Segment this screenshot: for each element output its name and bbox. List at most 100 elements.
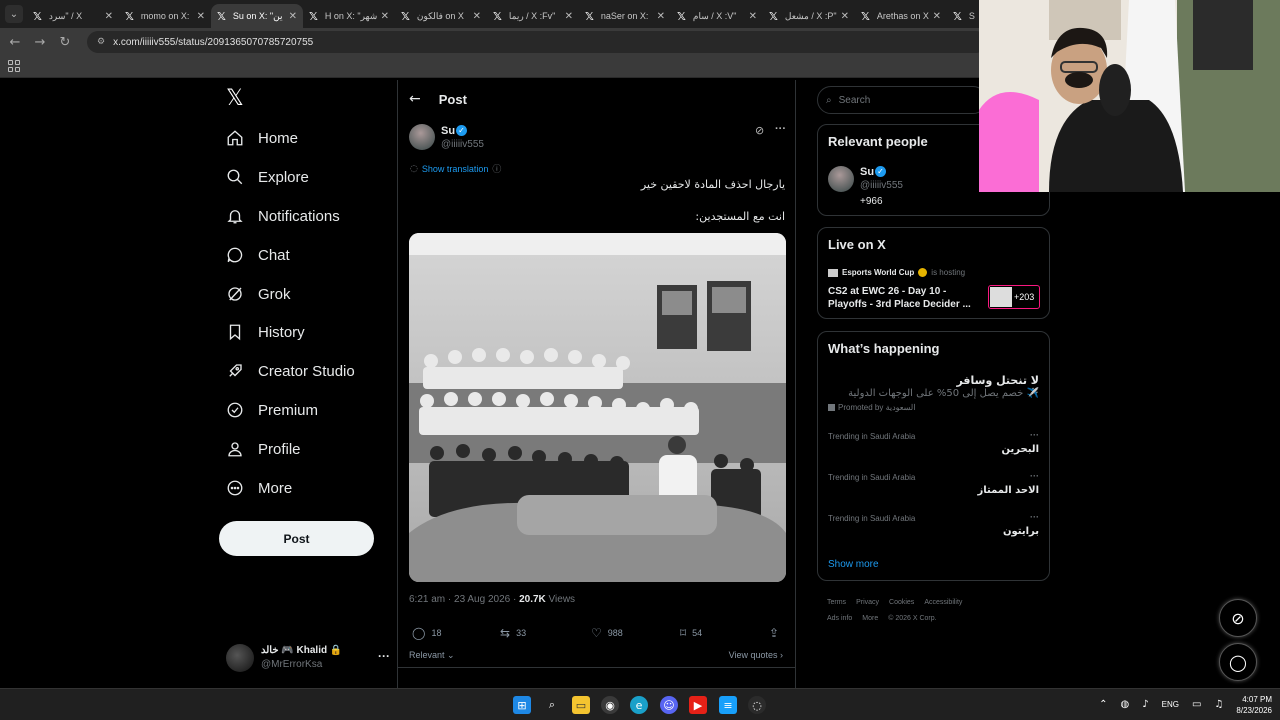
close-tab-icon[interactable]: ✕: [473, 11, 481, 22]
rocket-icon: [229, 364, 242, 377]
browser-tab[interactable]: 𝕏 مشعل / X :P" ✕: [763, 4, 855, 28]
nav-profile[interactable]: Profile: [226, 431, 301, 467]
display-icon[interactable]: ▭: [1192, 699, 1201, 710]
relevant-person-name[interactable]: Su: [860, 166, 874, 178]
author-handle[interactable]: @iiiiiv555: [441, 139, 484, 150]
nav-premium[interactable]: Premium: [226, 392, 318, 428]
reload-icon[interactable]: ↻: [55, 32, 75, 52]
forward-icon[interactable]: →: [30, 32, 50, 52]
file-explorer-icon[interactable]: ▭: [572, 696, 590, 714]
nav-explore[interactable]: Explore: [226, 159, 309, 195]
avatar[interactable]: [828, 166, 854, 192]
browser-tab[interactable]: 𝕏naSer on X: ✕: [579, 4, 671, 28]
more-dots-icon[interactable]: ···: [1030, 430, 1039, 440]
like-button[interactable]: ♡ 988: [591, 626, 623, 640]
author-avatar[interactable]: [409, 124, 435, 150]
browser-tab[interactable]: 𝕏momo on X: ✕: [119, 4, 211, 28]
search-icon[interactable]: ⌕: [543, 696, 561, 714]
discord-icon[interactable]: ☺: [660, 696, 678, 714]
chat-fab-button[interactable]: ◯: [1219, 643, 1257, 681]
trend-name[interactable]: برايتون: [1003, 526, 1039, 537]
language-indicator[interactable]: ENG: [1162, 700, 1179, 709]
browser-tab[interactable]: 𝕏 سام / X :V" ✕: [671, 4, 763, 28]
grok-fab-button[interactable]: ⊘: [1219, 599, 1257, 637]
browser-tab-active[interactable]: 𝕏 Su on X: "ين ✕: [211, 4, 303, 28]
grok-explain-icon[interactable]: ⊘: [755, 124, 764, 137]
search-input[interactable]: ⌕ Search: [817, 86, 987, 114]
address-bar[interactable]: ⚙ x.com/iiiiiv555/status/209136507078572…: [87, 31, 987, 53]
divider: [398, 667, 795, 668]
verified-badge-icon: ✓: [875, 166, 886, 177]
youtube-icon[interactable]: ▶: [689, 696, 707, 714]
more-dots-icon[interactable]: ···: [1030, 512, 1039, 522]
chat-icon: [227, 247, 243, 263]
footer-link[interactable]: Accessibility: [924, 599, 962, 606]
footer-link[interactable]: More: [862, 615, 878, 622]
browser-tab[interactable]: 𝕏 ريما / X :Fv" ✕: [487, 4, 579, 28]
promoted-title[interactable]: لا تنحتل وسافر: [956, 374, 1039, 387]
whats-happening-title: What’s happening: [828, 341, 940, 356]
nav-more[interactable]: More: [226, 470, 292, 506]
nav-home[interactable]: Home: [226, 120, 298, 156]
nav-chat[interactable]: Chat: [226, 237, 290, 273]
author-name[interactable]: Su: [441, 125, 455, 137]
translate-icon: ◌: [410, 163, 418, 174]
footer-link[interactable]: Privacy: [856, 599, 879, 606]
close-tab-icon[interactable]: ✕: [933, 11, 941, 22]
notepad-icon[interactable]: ≡: [719, 696, 737, 714]
account-switcher[interactable]: خالد 🎮 Khalid 🔒 @MrErrorKsa ···: [226, 642, 390, 676]
nav-creator-studio[interactable]: Creator Studio: [226, 353, 355, 389]
close-tab-icon[interactable]: ✕: [289, 11, 297, 22]
tray-overflow-icon[interactable]: ⌃: [1099, 699, 1107, 710]
sort-replies-dropdown[interactable]: Relevant ⌄: [409, 650, 455, 661]
browser-tab[interactable]: 𝕏 Arethas on X ✕: [855, 4, 947, 28]
footer-link[interactable]: Terms: [827, 599, 846, 606]
speaker-icon[interactable]: ♫: [1214, 699, 1223, 710]
share-button[interactable]: ⇪: [769, 626, 785, 640]
microphone-icon[interactable]: ♪: [1142, 699, 1148, 710]
browser-tab[interactable]: 𝕏H on X: "شهر ✕: [303, 4, 395, 28]
nav-grok[interactable]: Grok: [226, 276, 291, 312]
start-button-icon[interactable]: ⊞: [513, 696, 531, 714]
bookmark-button[interactable]: ⌑ 54: [680, 626, 702, 640]
apps-grid-icon[interactable]: [8, 60, 20, 72]
back-icon[interactable]: ←: [5, 32, 25, 52]
browser-tab[interactable]: 𝕏 فالكون on X ✕: [395, 4, 487, 28]
repost-button[interactable]: ⇆ 33: [500, 626, 526, 640]
view-quotes-link[interactable]: View quotes ›: [729, 650, 783, 660]
reply-button[interactable]: ◯ 18: [412, 626, 441, 640]
chrome-icon[interactable]: ◉: [601, 696, 619, 714]
browser-tab[interactable]: 𝕏 سرد" / X ✕: [27, 4, 119, 28]
close-tab-icon[interactable]: ✕: [197, 11, 205, 22]
more-dots-icon[interactable]: ···: [1030, 471, 1039, 481]
back-arrow-icon[interactable]: ←: [409, 91, 421, 107]
site-info-icon[interactable]: ⚙: [97, 37, 105, 47]
close-tab-icon[interactable]: ✕: [565, 11, 573, 22]
close-tab-icon[interactable]: ✕: [657, 11, 665, 22]
edge-icon[interactable]: e: [630, 696, 648, 714]
nav-history[interactable]: History: [226, 314, 305, 350]
close-tab-icon[interactable]: ✕: [381, 11, 389, 22]
nav-notifications[interactable]: Notifications: [226, 198, 340, 234]
trend-name[interactable]: البحرين: [1002, 444, 1039, 455]
x-logo-icon[interactable]: 𝕏: [226, 88, 248, 110]
live-on-x-card[interactable]: Live on X Esports World Cup is hosting C…: [817, 227, 1050, 319]
close-tab-icon[interactable]: ✕: [841, 11, 849, 22]
post-button[interactable]: Post: [219, 521, 374, 556]
trend-name[interactable]: الاحد الممتاز: [977, 485, 1039, 496]
post-timestamp[interactable]: 6:21 am · 23 Aug 2026 · 20.7K Views: [409, 594, 575, 605]
footer-link[interactable]: Cookies: [889, 599, 914, 606]
close-tab-icon[interactable]: ✕: [105, 11, 113, 22]
more-dots-icon[interactable]: ···: [775, 123, 786, 135]
clock[interactable]: 4:07 PM 8/23/2026: [1236, 694, 1272, 716]
post-image[interactable]: [409, 233, 786, 582]
relevant-person-handle[interactable]: @iiiiiv555: [860, 180, 903, 191]
more-dots-icon[interactable]: ···: [378, 649, 390, 663]
app-icon[interactable]: ◌: [748, 696, 766, 714]
footer-link[interactable]: Ads info: [827, 615, 852, 622]
network-icon[interactable]: ◍: [1121, 699, 1130, 710]
show-more-link[interactable]: Show more: [828, 559, 879, 570]
show-translation-link[interactable]: ◌ Show translation ⓘ: [410, 162, 501, 176]
tab-search-button[interactable]: ⌄: [5, 5, 23, 23]
close-tab-icon[interactable]: ✕: [749, 11, 757, 22]
